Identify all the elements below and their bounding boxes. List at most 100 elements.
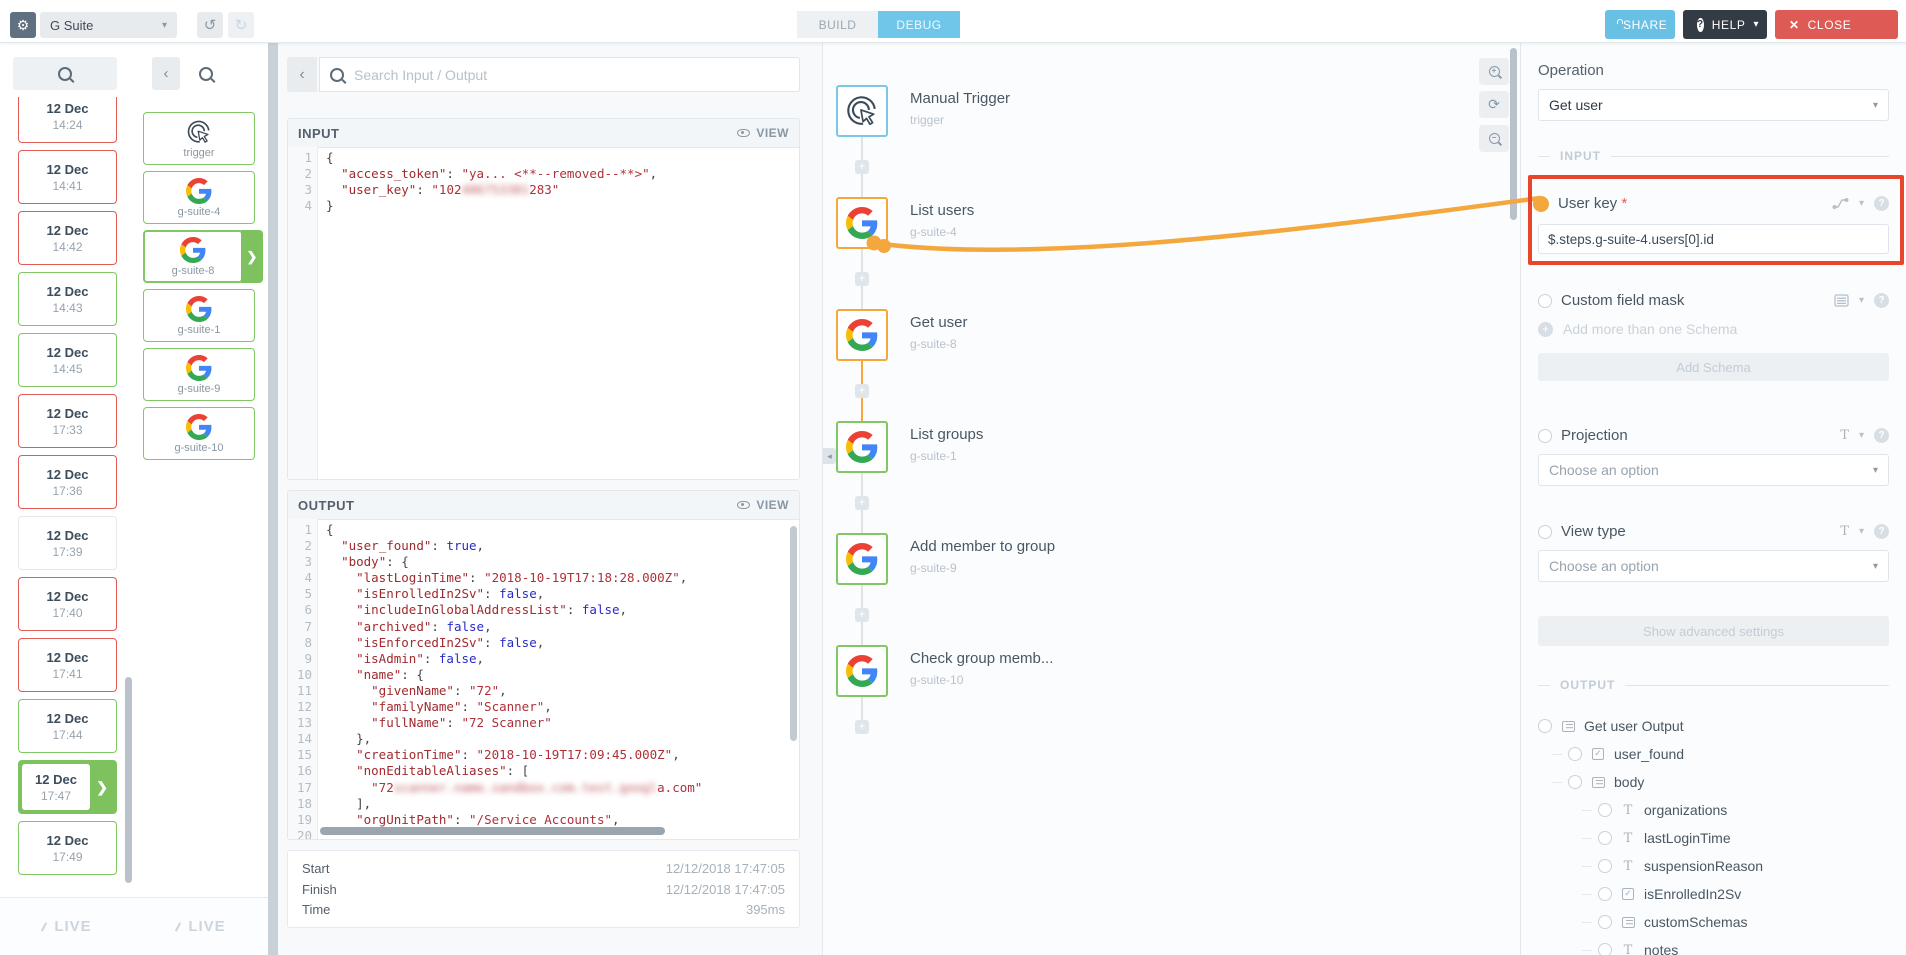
input-section-divider: INPUT bbox=[1538, 149, 1889, 163]
output-view-button[interactable]: VIEW bbox=[737, 498, 789, 512]
tree-node-lastLoginTime[interactable]: TlastLoginTime bbox=[1538, 824, 1889, 852]
tab-debug[interactable]: DEBUG bbox=[878, 11, 960, 38]
chevron-down-icon[interactable]: ▾ bbox=[1859, 526, 1864, 537]
help-icon[interactable]: ? bbox=[1874, 524, 1889, 539]
run-item[interactable]: 12 Dec17:40 bbox=[18, 577, 117, 631]
refresh-button[interactable]: ⟳ bbox=[1479, 91, 1509, 118]
debug-back-button[interactable]: ‹ bbox=[287, 57, 317, 92]
output-port-dot[interactable] bbox=[877, 239, 891, 253]
tree-node-user_found[interactable]: ✓user_found bbox=[1538, 740, 1889, 768]
tree-node-body[interactable]: body bbox=[1538, 768, 1889, 796]
chevron-down-icon[interactable]: ▾ bbox=[1859, 430, 1864, 441]
operation-select[interactable]: Get user ▾ bbox=[1538, 89, 1889, 121]
projection-select[interactable]: Choose an option ▾ bbox=[1538, 454, 1889, 486]
output-horizontal-scrollbar[interactable] bbox=[320, 827, 665, 835]
view-type-radio[interactable] bbox=[1538, 525, 1552, 539]
runs-scrollbar[interactable] bbox=[125, 677, 132, 883]
run-item[interactable]: 12 Dec17:39 bbox=[18, 516, 117, 570]
close-button[interactable]: ✕ CLOSE bbox=[1775, 10, 1898, 39]
input-view-button[interactable]: VIEW bbox=[737, 126, 789, 140]
tree-node-Get user Output[interactable]: Get user Output bbox=[1538, 712, 1889, 740]
panel-splitter[interactable] bbox=[268, 42, 278, 955]
redo-button[interactable]: ↻ bbox=[228, 12, 254, 38]
io-search-input[interactable] bbox=[352, 66, 789, 84]
user-key-input[interactable]: $.steps.g-suite-4.users[0].id bbox=[1538, 224, 1889, 254]
tree-node-radio[interactable] bbox=[1568, 747, 1582, 761]
collapse-panel-handle[interactable]: ◂ bbox=[823, 448, 836, 464]
run-item[interactable]: 12 Dec14:43 bbox=[18, 272, 117, 326]
zoom-in-button[interactable]: + bbox=[1479, 58, 1509, 85]
run-item[interactable]: 12 Dec17:44 bbox=[18, 699, 117, 753]
tree-node-radio[interactable] bbox=[1598, 915, 1612, 929]
output-vertical-scrollbar[interactable] bbox=[790, 526, 797, 741]
help-icon[interactable]: ? bbox=[1874, 196, 1889, 211]
undo-button[interactable]: ↺ bbox=[197, 12, 223, 38]
show-advanced-settings-button[interactable]: Show advanced settings bbox=[1538, 616, 1889, 646]
tree-node-organizations[interactable]: Torganizations bbox=[1538, 796, 1889, 824]
node-icon-box[interactable] bbox=[836, 85, 888, 137]
node-icon-box[interactable] bbox=[836, 197, 888, 249]
help-icon[interactable]: ? bbox=[1874, 428, 1889, 443]
run-item[interactable]: 12 Dec14:42 bbox=[18, 211, 117, 265]
workflow-select[interactable]: G Suite ▾ bbox=[40, 12, 177, 38]
node-icon-box[interactable] bbox=[836, 533, 888, 585]
tree-node-radio[interactable] bbox=[1598, 943, 1612, 955]
share-button[interactable]: SHARE bbox=[1605, 10, 1675, 39]
node-icon-box[interactable] bbox=[836, 645, 888, 697]
run-item[interactable]: 12 Dec17:49 bbox=[18, 821, 117, 875]
help-icon[interactable]: ? bbox=[1874, 293, 1889, 308]
list-schema-icon[interactable] bbox=[1834, 294, 1849, 307]
workflow-settings-button[interactable]: ⚙ bbox=[10, 12, 36, 38]
add-more-schema[interactable]: + Add more than one Schema bbox=[1538, 321, 1889, 337]
add-step-button[interactable]: + bbox=[855, 720, 869, 734]
tab-build[interactable]: BUILD bbox=[797, 11, 878, 38]
tree-node-notes[interactable]: Tnotes bbox=[1538, 936, 1889, 955]
run-item[interactable]: 12 Dec14:24 bbox=[18, 97, 117, 143]
add-step-button[interactable]: + bbox=[855, 384, 869, 398]
steps-live-toggle[interactable]: LIVE bbox=[135, 897, 268, 955]
step-item[interactable]: trigger bbox=[143, 112, 255, 165]
workflow-canvas[interactable]: ◂ + ⟳ − Manual Triggertrigger+List users… bbox=[822, 42, 1521, 955]
run-item[interactable]: 12 Dec14:41 bbox=[18, 150, 117, 204]
chevron-down-icon[interactable]: ▾ bbox=[1859, 198, 1864, 209]
run-item[interactable]: 12 Dec17:41 bbox=[18, 638, 117, 692]
step-item[interactable]: g-suite-1 bbox=[143, 289, 255, 342]
tree-node-suspensionReason[interactable]: TsuspensionReason bbox=[1538, 852, 1889, 880]
node-icon-box[interactable] bbox=[836, 421, 888, 473]
add-step-button[interactable]: + bbox=[855, 272, 869, 286]
run-item[interactable]: 12 Dec14:45 bbox=[18, 333, 117, 387]
add-step-button[interactable]: + bbox=[855, 496, 869, 510]
tree-node-isEnrolledIn2Sv[interactable]: ✓isEnrolledIn2Sv bbox=[1538, 880, 1889, 908]
chevron-down-icon[interactable]: ▾ bbox=[1859, 295, 1864, 306]
tree-node-radio[interactable] bbox=[1598, 887, 1612, 901]
add-step-button[interactable]: + bbox=[855, 608, 869, 622]
steps-back-button[interactable]: ‹ bbox=[152, 57, 180, 90]
tree-node-radio[interactable] bbox=[1538, 719, 1552, 733]
steps-search-button[interactable] bbox=[184, 57, 228, 90]
step-item[interactable]: g-suite-10 bbox=[143, 407, 255, 460]
custom-field-mask-radio[interactable] bbox=[1538, 294, 1552, 308]
run-item[interactable]: 12 Dec17:47❯ bbox=[18, 760, 117, 814]
step-item[interactable]: g-suite-8❯ bbox=[143, 230, 243, 283]
add-step-button[interactable]: + bbox=[855, 160, 869, 174]
runs-search-button[interactable] bbox=[13, 57, 117, 90]
step-item[interactable]: g-suite-9 bbox=[143, 348, 255, 401]
projection-radio[interactable] bbox=[1538, 429, 1552, 443]
tree-node-radio[interactable] bbox=[1568, 775, 1582, 789]
tree-node-radio[interactable] bbox=[1598, 803, 1612, 817]
run-item[interactable]: 12 Dec17:36 bbox=[18, 455, 117, 509]
node-icon-box[interactable] bbox=[836, 309, 888, 361]
tree-node-customSchemas[interactable]: customSchemas bbox=[1538, 908, 1889, 936]
tree-node-radio[interactable] bbox=[1598, 831, 1612, 845]
help-button[interactable]: ? HELP ▾ bbox=[1683, 10, 1767, 39]
view-type-select[interactable]: Choose an option ▾ bbox=[1538, 550, 1889, 582]
canvas-scrollbar[interactable] bbox=[1510, 48, 1517, 220]
tree-node-radio[interactable] bbox=[1598, 859, 1612, 873]
runs-live-toggle[interactable]: LIVE bbox=[0, 897, 135, 955]
step-item[interactable]: g-suite-4 bbox=[143, 171, 255, 224]
add-schema-button[interactable]: Add Schema bbox=[1538, 353, 1889, 381]
run-item[interactable]: 12 Dec17:33 bbox=[18, 394, 117, 448]
zoom-out-button[interactable]: − bbox=[1479, 125, 1509, 152]
jsonpath-icon[interactable] bbox=[1832, 197, 1849, 210]
connector-endpoint-dot[interactable] bbox=[1533, 196, 1549, 212]
